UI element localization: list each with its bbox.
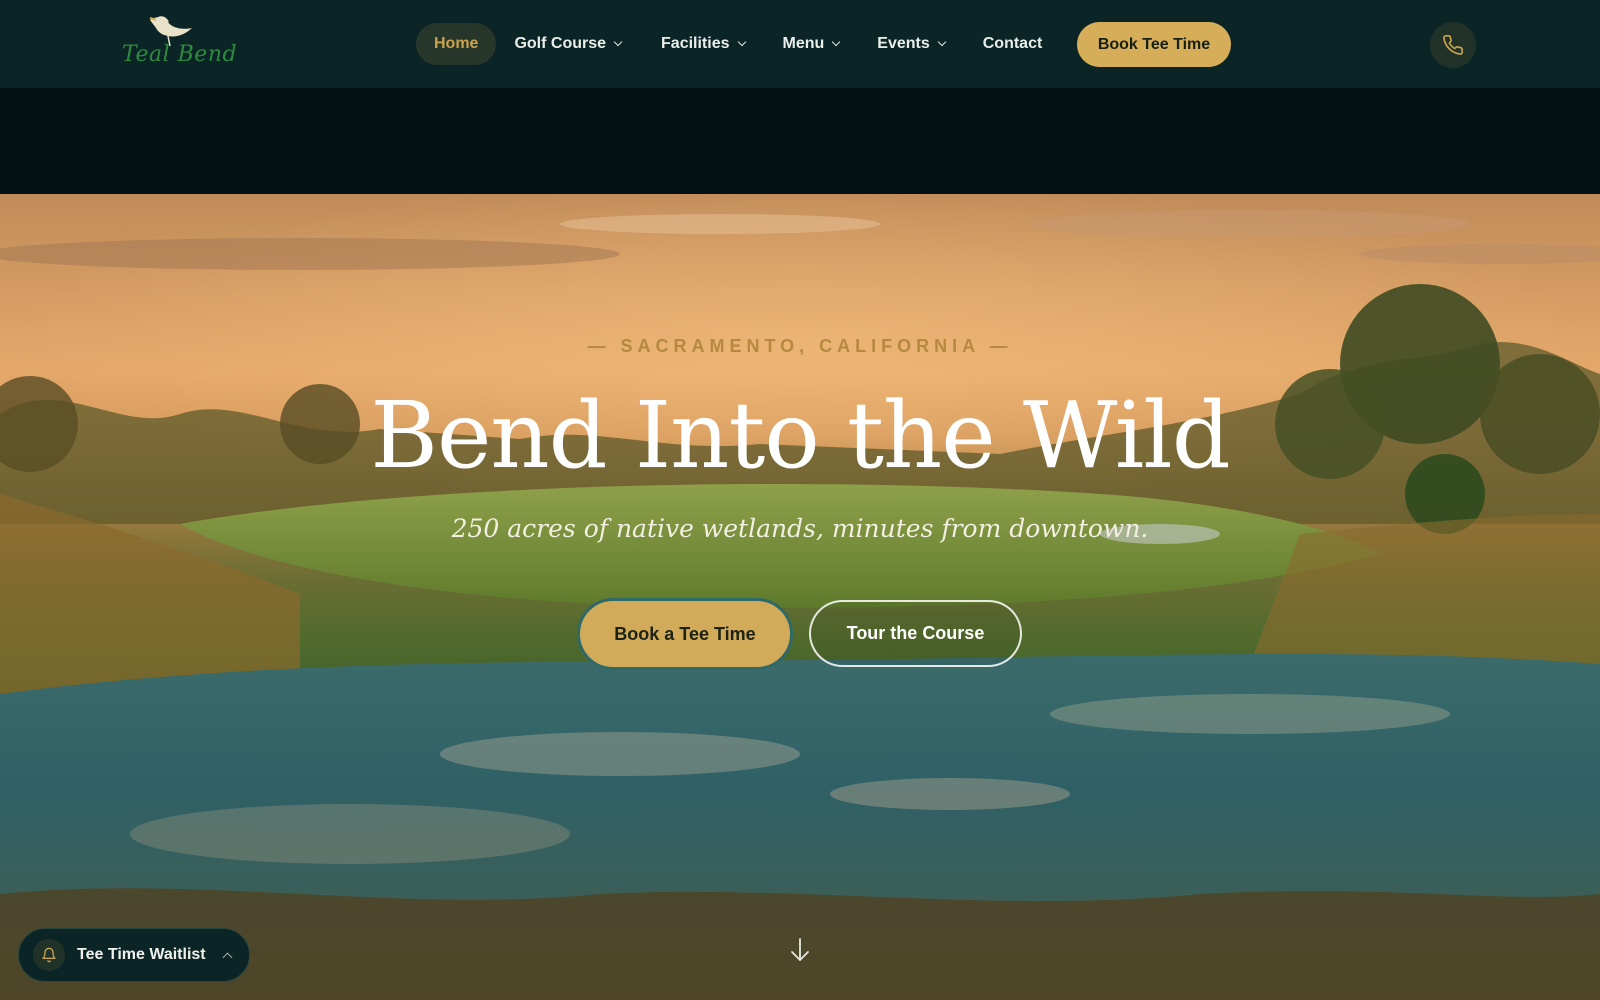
nav-label: Golf Course: [514, 35, 607, 52]
hero-section: — SACRAMENTO, CALIFORNIA — Bend Into the…: [0, 194, 1600, 1000]
phone-button[interactable]: [1430, 22, 1476, 68]
nav-label: Home: [434, 35, 479, 52]
waitlist-label: Tee Time Waitlist: [77, 946, 206, 963]
nav-item-menu[interactable]: Menu: [765, 23, 858, 65]
logo-wordmark: Teal Bend: [122, 42, 238, 67]
nav-label: Menu: [782, 35, 825, 52]
bell-icon-wrap: [33, 939, 65, 971]
arrow-down-icon[interactable]: [788, 937, 812, 963]
chevron-down-icon: [832, 37, 841, 47]
nav-item-home[interactable]: Home: [416, 23, 497, 65]
tour-the-course-button[interactable]: Tour the Course: [809, 600, 1022, 667]
top-navigation: Teal Bend Home Golf Course Facilities Me…: [0, 0, 1600, 88]
hero-subhead: 250 acres of native wetlands, minutes fr…: [451, 514, 1149, 543]
header-spacer-band: [0, 88, 1600, 194]
book-tee-time-button[interactable]: Book Tee Time: [1077, 22, 1231, 67]
chevron-down-icon: [937, 37, 946, 47]
phone-icon: [1443, 35, 1463, 55]
nav-label: Events: [877, 35, 930, 52]
hero-eyebrow-location: — SACRAMENTO, CALIFORNIA —: [587, 336, 1013, 356]
chevron-down-icon: [737, 37, 746, 47]
nav-label: Contact: [982, 35, 1043, 52]
site-logo[interactable]: Teal Bend: [120, 14, 237, 74]
main-menu: Home Golf Course Facilities Menu Events …: [416, 23, 1060, 65]
chevron-up-icon: [222, 952, 233, 962]
nav-item-contact[interactable]: Contact: [965, 23, 1061, 65]
bell-icon: [42, 947, 56, 963]
chevron-down-icon: [613, 37, 623, 47]
hero-background-image: [0, 194, 1600, 1000]
tee-time-waitlist-widget[interactable]: Tee Time Waitlist: [18, 928, 250, 982]
hero-headline: Bend Into the Wild: [370, 382, 1230, 489]
book-a-tee-time-button[interactable]: Book a Tee Time: [577, 598, 793, 670]
nav-item-golf-course[interactable]: Golf Course: [496, 23, 639, 65]
nav-item-events[interactable]: Events: [859, 23, 962, 65]
nav-label: Facilities: [661, 35, 730, 52]
nav-item-facilities[interactable]: Facilities: [643, 23, 762, 65]
